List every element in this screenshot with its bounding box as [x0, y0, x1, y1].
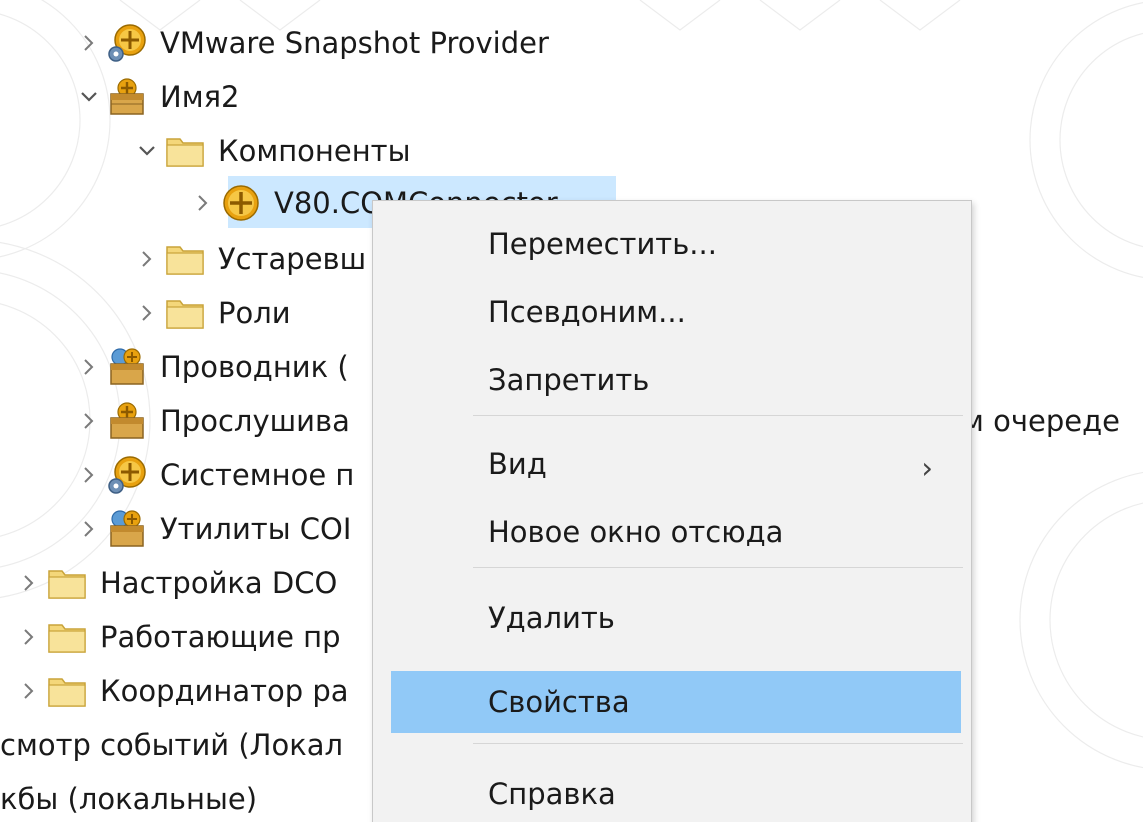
chevron-right-icon[interactable]: [14, 666, 44, 716]
menu-item-move[interactable]: Переместить...: [391, 213, 961, 275]
menu-item-label: Свойства: [488, 685, 630, 719]
submenu-arrow-icon: ›: [921, 451, 933, 485]
tree-item-label: Устаревш: [218, 242, 367, 276]
tree-item-koordinator[interactable]: Координатор ра: [14, 666, 349, 716]
tree-item-vmware-snapshot-provider[interactable]: VMware Snapshot Provider: [74, 18, 549, 68]
menu-separator: [473, 567, 963, 568]
chevron-right-icon[interactable]: [74, 504, 104, 554]
chevron-right-icon[interactable]: [132, 234, 162, 284]
chevron-right-icon[interactable]: [74, 450, 104, 500]
tree-item-roli[interactable]: Роли: [132, 288, 291, 338]
folder-icon: [44, 562, 90, 604]
tree-item-sluzhby[interactable]: кбы (локальные): [0, 774, 257, 822]
menu-item-delete[interactable]: Удалить: [391, 587, 961, 649]
menu-item-view[interactable]: Вид ›: [391, 433, 961, 495]
tree-item-label: Роли: [218, 296, 291, 330]
tree-item-overflow-text: м очереде: [962, 404, 1120, 438]
menu-item-label: Вид: [488, 447, 547, 481]
tree-item-provodnik[interactable]: Проводник (: [74, 342, 349, 392]
chevron-down-icon[interactable]: [132, 126, 162, 176]
chevron-down-icon[interactable]: [74, 72, 104, 122]
chevron-right-icon[interactable]: [132, 288, 162, 338]
tree-item-label: Утилиты COI: [160, 512, 352, 546]
com-package-network-icon: [104, 346, 150, 388]
com-component-icon: [218, 182, 264, 224]
tree-item-label: VMware Snapshot Provider: [160, 26, 549, 60]
tree-item-komponenty[interactable]: Компоненты: [132, 126, 410, 176]
menu-item-label: Удалить: [488, 601, 615, 635]
menu-item-disable[interactable]: Запретить: [391, 349, 961, 411]
tree-item-label: смотр событий (Локал: [0, 728, 344, 762]
tree-item-sistemnoe[interactable]: Системное п: [74, 450, 354, 500]
tree-item-nastroyka-dcom[interactable]: Настройка DCO: [14, 558, 337, 608]
tree-item-prosmotr-sobytiy[interactable]: смотр событий (Локал: [0, 720, 343, 770]
com-app-gear-icon: [104, 22, 150, 64]
tree-item-label: кбы (локальные): [0, 782, 258, 816]
tree-item-label: Координатор ра: [100, 674, 349, 708]
tree-item-rabotayushchie[interactable]: Работающие пр: [14, 612, 341, 662]
menu-item-help[interactable]: Справка: [391, 763, 961, 822]
tree-item-label: Настройка DCO: [100, 566, 338, 600]
tree-item-label: Прослушива: [160, 404, 350, 438]
chevron-right-icon[interactable]: [74, 342, 104, 392]
com-package-icon: [104, 76, 150, 118]
menu-item-properties[interactable]: Свойства: [391, 671, 961, 733]
chevron-right-icon[interactable]: [14, 612, 44, 662]
folder-icon: [44, 670, 90, 712]
folder-icon: [162, 130, 208, 172]
menu-item-new-window[interactable]: Новое окно отсюда: [391, 501, 961, 563]
menu-item-label: Запретить: [488, 363, 650, 397]
chevron-right-icon[interactable]: [74, 18, 104, 68]
tree-item-label: Системное п: [160, 458, 355, 492]
menu-separator: [473, 743, 963, 744]
chevron-right-icon[interactable]: [74, 396, 104, 446]
tree-item-utility-com[interactable]: Утилиты COI: [74, 504, 351, 554]
com-app-gear-icon: [104, 454, 150, 496]
folder-icon: [44, 616, 90, 658]
com-package-network-icon: [104, 508, 150, 550]
menu-item-label: Псевдоним...: [488, 295, 686, 329]
tree-item-proslushivatel[interactable]: Прослушива: [74, 396, 350, 446]
menu-separator: [473, 415, 963, 416]
chevron-right-icon[interactable]: [188, 178, 218, 228]
tree-item-label: Проводник (: [160, 350, 349, 384]
com-package-icon: [104, 400, 150, 442]
context-menu: Переместить... Псевдоним... Запретить Ви…: [372, 200, 972, 822]
chevron-right-icon[interactable]: [14, 558, 44, 608]
tree-item-label: Имя2: [160, 80, 240, 114]
tree-item-ustarevshie[interactable]: Устаревш: [132, 234, 366, 284]
menu-item-alias[interactable]: Псевдоним...: [391, 281, 961, 343]
tree-item-label: Компоненты: [218, 134, 411, 168]
tree-item-imya2[interactable]: Имя2: [74, 72, 239, 122]
folder-icon: [162, 292, 208, 334]
menu-item-label: Новое окно отсюда: [488, 515, 784, 549]
folder-icon: [162, 238, 208, 280]
menu-item-label: Справка: [488, 777, 616, 811]
tree-item-label: Работающие пр: [100, 620, 341, 654]
menu-item-label: Переместить...: [488, 227, 717, 261]
